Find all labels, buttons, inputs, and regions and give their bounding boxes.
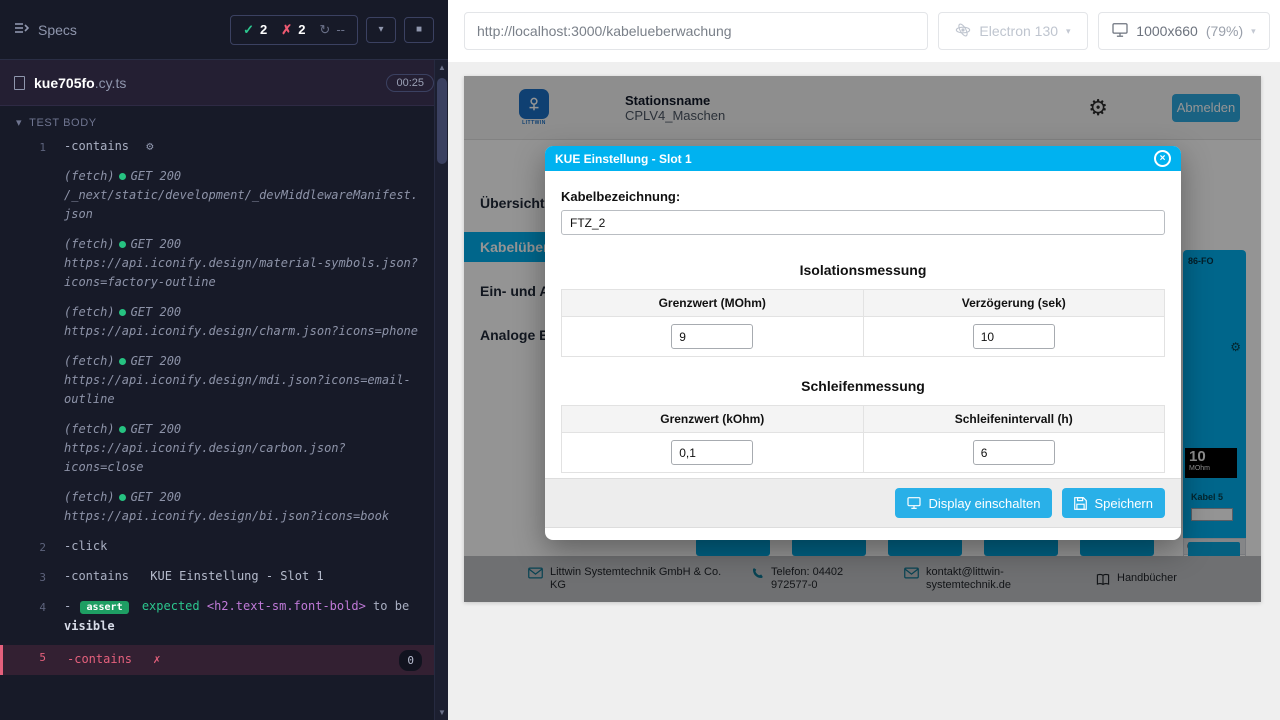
cross-icon: ✗	[281, 22, 292, 38]
modal-footer: Display einschalten Speichern	[545, 478, 1181, 528]
col-grenzwert-kohm: Grenzwert (kOhm)	[562, 406, 864, 433]
stop-icon: ■	[416, 24, 422, 35]
status-dot	[119, 426, 126, 433]
status-dot	[119, 309, 126, 316]
col-verzoegerung: Verzögerung (sek)	[863, 290, 1165, 317]
chevron-down-icon: ▾	[1066, 26, 1071, 37]
specs-label: Specs	[38, 22, 77, 38]
status-dot	[119, 241, 126, 248]
caret-icon: ▾	[16, 116, 22, 129]
check-icon: ✓	[243, 22, 254, 38]
fetch-log-row[interactable]: (fetch)GET 200 /_next/static/development…	[0, 165, 448, 226]
window: Specs ✓ 2 ✗ 2 ↻ -- ▾	[0, 0, 1280, 720]
chevron-down-icon: ▾	[378, 24, 383, 35]
reporter-header: Specs ✓ 2 ✗ 2 ↻ -- ▾	[0, 0, 448, 60]
fetch-log-row[interactable]: (fetch)GET 200 https://api.iconify.desig…	[0, 486, 448, 528]
fetch-log-row[interactable]: (fetch)GET 200 https://api.iconify.desig…	[0, 301, 448, 343]
close-icon[interactable]: ×	[1154, 150, 1171, 167]
refresh-icon: ↻	[319, 22, 330, 38]
gear-icon: ⚙	[146, 139, 153, 153]
spec-timer: 00:25	[386, 74, 434, 92]
aut-panel: Electron 130 ▾ 1000x660 (79%) ▾ LITTWI	[448, 0, 1280, 720]
fail-icon: ✗	[153, 652, 160, 666]
assert-badge: assert	[80, 601, 128, 614]
viewport-select[interactable]: 1000x660 (79%) ▾	[1098, 12, 1270, 50]
kue-settings-modal: KUE Einstellung - Slot 1 × Kabelbezeichn…	[545, 146, 1181, 540]
stat-pending: ↻ --	[319, 22, 345, 38]
reporter-scrollbar[interactable]: ▲ ▼	[434, 60, 448, 720]
command-contains-failed[interactable]: 5 -contains ✗ 0	[0, 645, 448, 675]
scroll-down-icon[interactable]: ▼	[435, 708, 448, 717]
isolationsmessung-table: Grenzwert (MOhm) Verzögerung (sek)	[561, 289, 1165, 357]
modal-header: KUE Einstellung - Slot 1 ×	[545, 146, 1181, 171]
kabel-label: Kabelbezeichnung:	[561, 189, 1165, 204]
modal-body: Kabelbezeichnung: Isolationsmessung Gren…	[545, 171, 1181, 473]
fetch-log-row[interactable]: (fetch)GET 200 https://api.iconify.desig…	[0, 350, 448, 411]
test-body-toggle[interactable]: ▾ TEST BODY	[0, 106, 448, 135]
aut-toolbar: Electron 130 ▾ 1000x660 (79%) ▾	[448, 0, 1280, 62]
schleifenintervall-input[interactable]	[973, 440, 1055, 465]
monitor-icon	[1112, 23, 1128, 40]
floppy-icon	[1074, 497, 1087, 510]
command-assert[interactable]: 4 - assert expected <h2.text-sm.font-bol…	[0, 595, 448, 638]
url-input[interactable]	[464, 12, 928, 50]
command-click[interactable]: 2 -click	[0, 535, 448, 558]
spec-row[interactable]: kue705fo.cy.ts 00:25	[0, 60, 448, 106]
grenzwert-kohm-input[interactable]	[671, 440, 753, 465]
fetch-log-row[interactable]: (fetch)GET 200 https://api.iconify.desig…	[0, 418, 448, 479]
status-dot	[119, 494, 126, 501]
col-grenzwert-mohm: Grenzwert (MOhm)	[562, 290, 864, 317]
collapse-button[interactable]: ▾	[366, 17, 396, 43]
electron-icon	[955, 22, 971, 41]
command-log: 1 -contains ⚙ (fetch)GET 200 /_next/stat…	[0, 135, 448, 675]
kabelbezeichnung-input[interactable]	[561, 210, 1165, 235]
chevron-down-icon: ▾	[1251, 26, 1256, 37]
scroll-up-icon[interactable]: ▲	[435, 63, 448, 72]
display-on-button[interactable]: Display einschalten	[895, 488, 1052, 518]
scrollbar-thumb[interactable]	[437, 78, 447, 164]
match-count-badge: 0	[399, 650, 422, 671]
specs-list-icon	[14, 21, 29, 38]
stat-passed: ✓ 2	[243, 22, 267, 38]
status-dot	[119, 173, 126, 180]
app-frame: LITTWIN Stationsname CPLV4_Maschen ⚙ Abm…	[464, 76, 1261, 602]
test-stats: ✓ 2 ✗ 2 ↻ --	[230, 15, 358, 45]
file-icon	[14, 76, 25, 90]
isolationsmessung-title: Isolationsmessung	[561, 262, 1165, 278]
command-contains-3[interactable]: 3 -contains KUE Einstellung - Slot 1	[0, 565, 448, 588]
modal-title: KUE Einstellung - Slot 1	[555, 152, 692, 166]
specs-button[interactable]: Specs	[14, 21, 77, 38]
command-contains-1[interactable]: 1 -contains ⚙	[0, 135, 448, 158]
schleifenmessung-table: Grenzwert (kOhm) Schleifenintervall (h)	[561, 405, 1165, 473]
fetch-log-row[interactable]: (fetch)GET 200 https://api.iconify.desig…	[0, 233, 448, 294]
stat-failed: ✗ 2	[281, 22, 305, 38]
save-button[interactable]: Speichern	[1062, 488, 1165, 518]
verzoegerung-input[interactable]	[973, 324, 1055, 349]
schleifenmessung-title: Schleifenmessung	[561, 378, 1165, 394]
display-icon	[907, 497, 921, 509]
cypress-reporter: Specs ✓ 2 ✗ 2 ↻ -- ▾	[0, 0, 448, 720]
browser-select[interactable]: Electron 130 ▾	[938, 12, 1088, 50]
stop-button[interactable]: ■	[404, 17, 434, 43]
grenzwert-mohm-input[interactable]	[671, 324, 753, 349]
status-dot	[119, 358, 126, 365]
spec-name: kue705fo.cy.ts	[34, 75, 126, 91]
col-schleifenintervall: Schleifenintervall (h)	[863, 406, 1165, 433]
